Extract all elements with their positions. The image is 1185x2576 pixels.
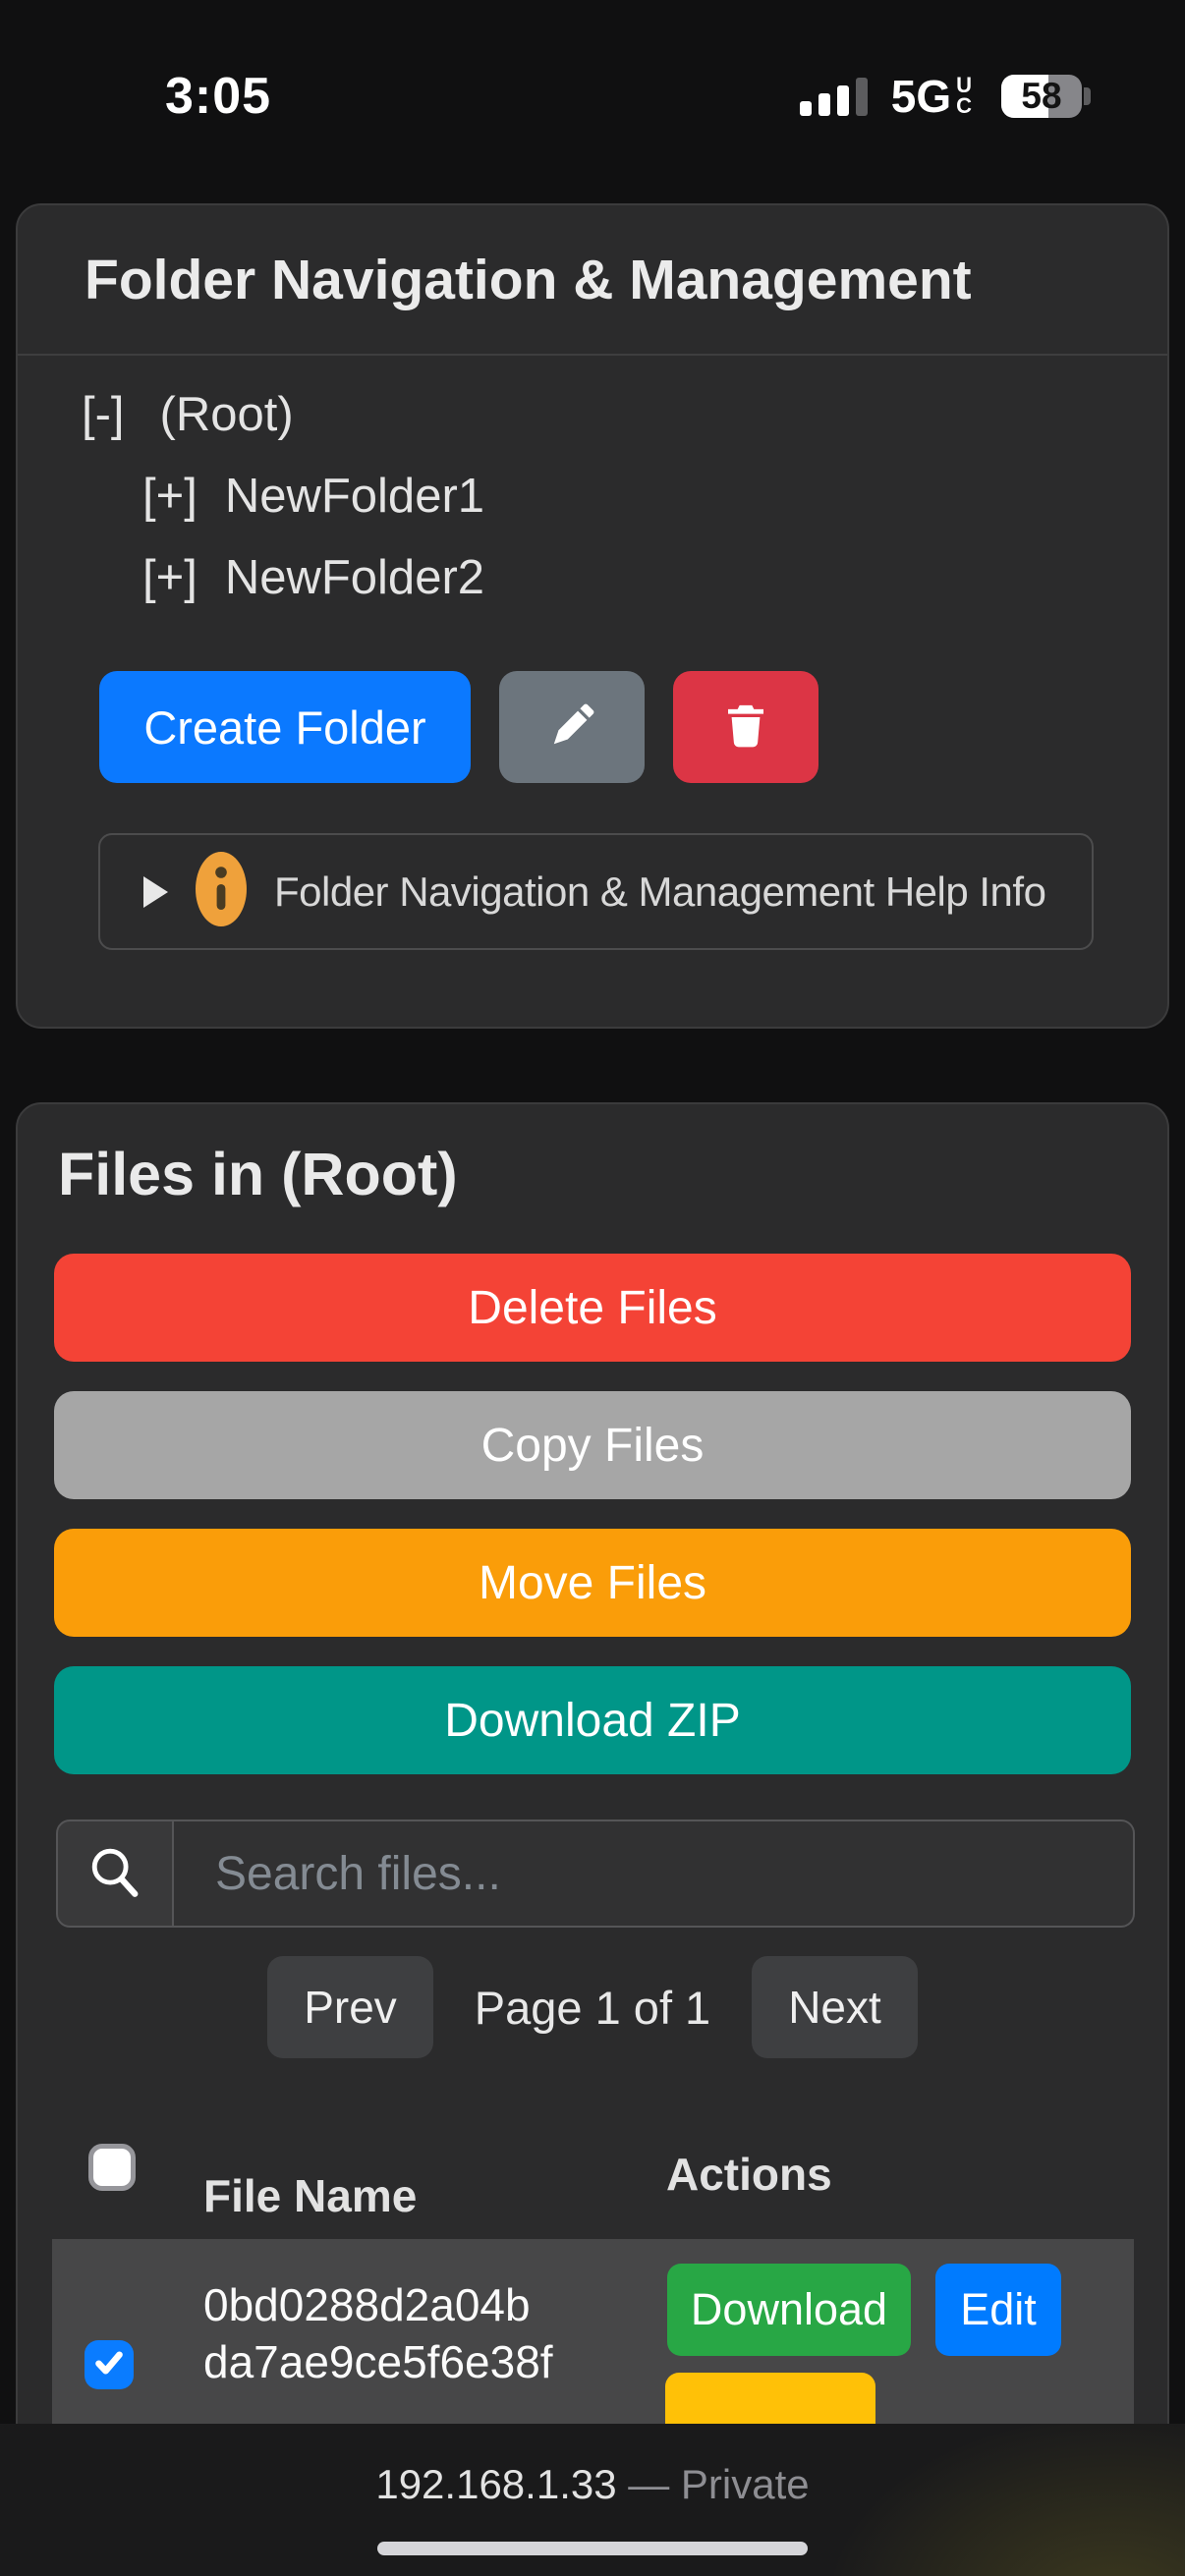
pencil-icon xyxy=(544,699,599,756)
copy-files-button[interactable]: Copy Files xyxy=(54,1391,1131,1499)
tree-label[interactable]: NewFolder1 xyxy=(225,469,484,524)
network-band-label: U C xyxy=(956,76,972,115)
private-browsing-label: — Private xyxy=(628,2461,809,2507)
delete-folder-button[interactable] xyxy=(673,671,818,783)
url-bar[interactable]: 192.168.1.33 — Private xyxy=(0,2424,1185,2508)
status-bar: 3:05 5G U C 58 xyxy=(0,0,1185,182)
battery-icon: 58 xyxy=(1001,75,1091,118)
page-indicator: Page 1 of 1 xyxy=(475,1981,710,2035)
tree-item-root[interactable]: [-] (Root) xyxy=(82,373,1167,455)
tree-label[interactable]: NewFolder2 xyxy=(225,550,484,605)
next-page-button[interactable]: Next xyxy=(752,1956,918,2058)
help-summary-label[interactable]: Folder Navigation & Management Help Info xyxy=(274,868,1045,916)
create-folder-button[interactable]: Create Folder xyxy=(99,671,471,783)
move-files-button[interactable]: Move Files xyxy=(54,1529,1131,1637)
network-label: 5G xyxy=(891,70,951,123)
download-file-button[interactable]: Download xyxy=(667,2264,911,2356)
iphone-screen: 3:05 5G U C 58 Folder Na xyxy=(0,0,1185,2576)
tree-item-newfolder1[interactable]: [+] NewFolder1 xyxy=(82,455,1167,536)
safari-bottom-bar: 192.168.1.33 — Private xyxy=(0,2424,1185,2576)
network-type: 5G U C xyxy=(891,70,972,123)
checkmark-icon xyxy=(91,2345,127,2385)
folder-action-buttons: Create Folder xyxy=(99,671,1167,783)
select-all-checkbox[interactable] xyxy=(88,2144,136,2191)
rename-folder-button[interactable] xyxy=(499,671,645,783)
file-search xyxy=(56,1820,1135,1928)
url-host[interactable]: 192.168.1.33 xyxy=(375,2461,616,2507)
download-zip-button[interactable]: Download ZIP xyxy=(54,1666,1131,1774)
file-name: 0bd0288d2a04b da7ae9ce5f6e38f xyxy=(203,2276,553,2390)
battery-nub xyxy=(1084,87,1091,105)
folder-card-title: Folder Navigation & Management xyxy=(85,248,972,312)
cellular-signal-icon xyxy=(800,77,868,116)
folder-navigation-card: Folder Navigation & Management [-] (Root… xyxy=(16,203,1169,1029)
column-header-actions: Actions xyxy=(666,2148,832,2201)
file-table-row: 0bd0288d2a04b da7ae9ce5f6e38f Download E… xyxy=(52,2239,1134,2455)
prev-page-button[interactable]: Prev xyxy=(267,1956,433,2058)
status-indicators: 5G U C 58 xyxy=(800,70,1091,123)
tree-label[interactable]: (Root) xyxy=(160,387,294,442)
clock: 3:05 xyxy=(165,67,271,126)
home-indicator[interactable] xyxy=(377,2542,808,2555)
folder-card-header: Folder Navigation & Management xyxy=(18,205,1167,356)
info-icon xyxy=(196,852,247,931)
bulk-actions: Delete Files Copy Files Move Files Downl… xyxy=(54,1254,1131,1774)
edit-file-button[interactable]: Edit xyxy=(935,2264,1061,2356)
tree-toggle-expand[interactable]: [+] xyxy=(142,550,198,605)
tree-item-newfolder2[interactable]: [+] NewFolder2 xyxy=(82,536,1167,618)
battery-percent: 58 xyxy=(1001,75,1082,118)
files-card: Files in (Root) Delete Files Copy Files … xyxy=(16,1102,1169,2576)
trash-icon xyxy=(719,700,772,756)
column-header-file-name: File Name xyxy=(203,2169,417,2222)
folder-tree: [-] (Root) [+] NewFolder1 [+] NewFolder2 xyxy=(18,356,1167,618)
file-table-header: File Name Actions xyxy=(18,2126,1167,2239)
search-icon xyxy=(86,1843,143,1905)
disclosure-triangle-icon xyxy=(143,876,168,908)
tree-toggle-expand[interactable]: [+] xyxy=(142,469,198,524)
delete-files-button[interactable]: Delete Files xyxy=(54,1254,1131,1362)
files-card-title: Files in (Root) xyxy=(18,1104,1167,1208)
help-disclosure[interactable]: Folder Navigation & Management Help Info xyxy=(98,833,1094,950)
search-input[interactable] xyxy=(174,1820,1135,1928)
pagination: Prev Page 1 of 1 Next xyxy=(18,1956,1167,2058)
tree-toggle-collapse[interactable]: [-] xyxy=(82,387,125,442)
search-button[interactable] xyxy=(56,1820,174,1928)
row-checkbox-checked[interactable] xyxy=(85,2340,134,2389)
